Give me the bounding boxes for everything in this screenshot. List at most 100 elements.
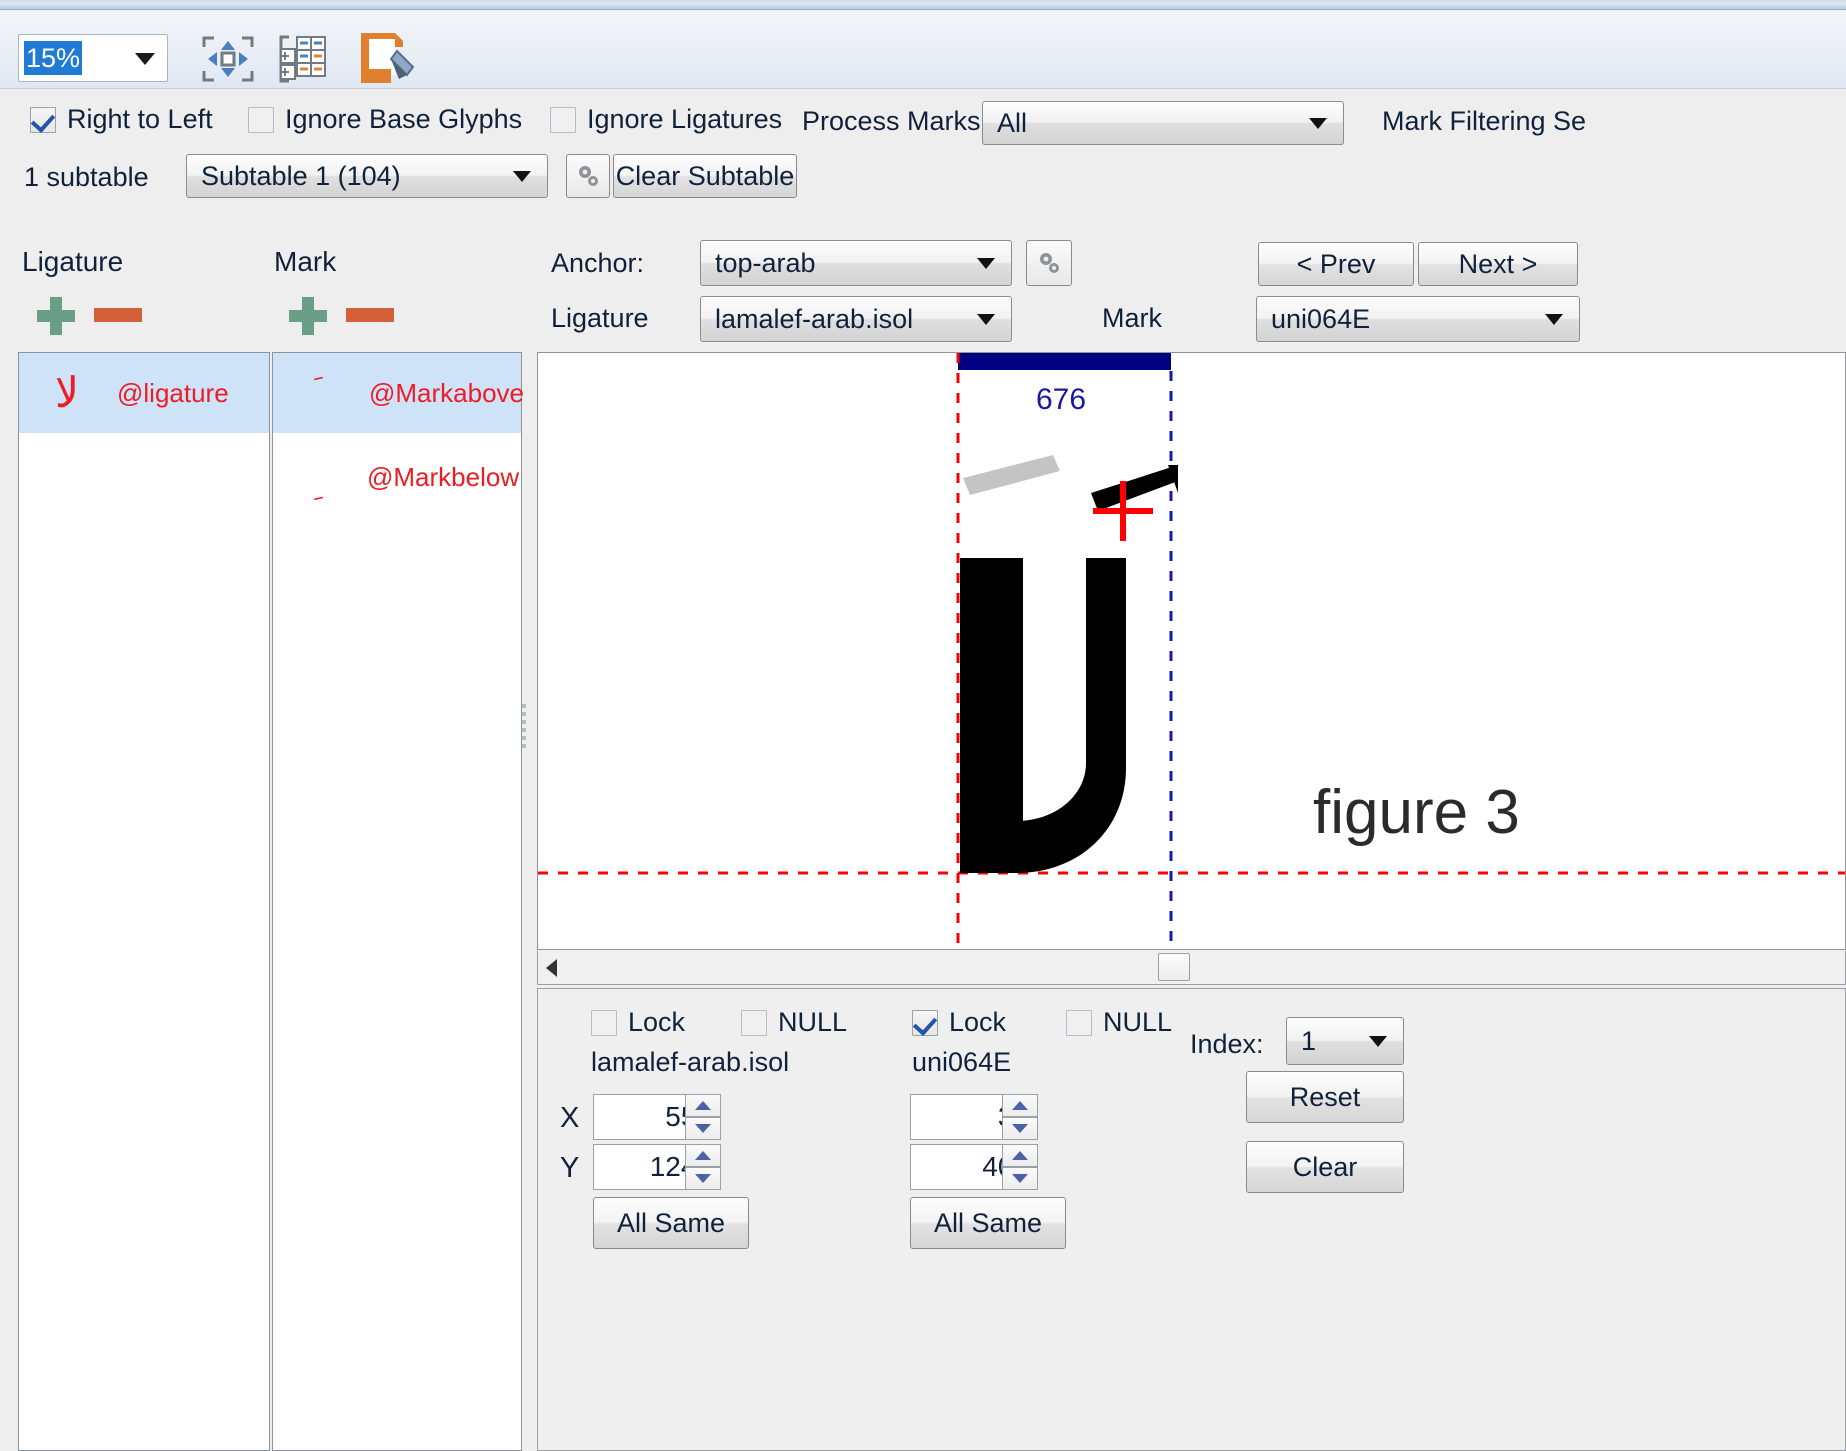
checkbox-box	[550, 106, 576, 133]
fit-to-window-icon[interactable]	[200, 33, 256, 90]
figure-caption: figure 3	[1313, 778, 1520, 847]
chevron-down-icon	[135, 53, 155, 65]
toolbar: 15%	[0, 11, 1846, 89]
lock-left-checkbox[interactable]: Lock	[591, 1007, 685, 1038]
pane-splitter-handle[interactable]	[522, 700, 532, 760]
checkbox-box	[591, 1009, 617, 1036]
anchor-settings-button[interactable]	[1026, 240, 1072, 286]
glyph-grid-icon[interactable]	[275, 33, 331, 90]
checkbox-box	[248, 106, 274, 133]
ignore-base-glyphs-checkbox[interactable]: Ignore Base Glyphs	[248, 104, 522, 135]
left-x-spin-buttons[interactable]	[685, 1094, 721, 1140]
lock-right-label: Lock	[949, 1007, 1007, 1037]
checkbox-box	[912, 1009, 938, 1036]
index-value: 1	[1301, 1025, 1317, 1056]
ligature-glyph-preview: لا	[55, 369, 79, 416]
ligature-glyph-label: Ligature	[551, 303, 649, 333]
mark-glyph-shape	[1091, 465, 1178, 511]
lock-left-label: Lock	[628, 1007, 686, 1037]
spin-down-arrow-icon[interactable]	[685, 1167, 721, 1190]
checkbox-box	[741, 1009, 767, 1036]
right-y-spin-buttons[interactable]	[1002, 1144, 1038, 1190]
mark-column-header: Mark	[274, 246, 337, 277]
anchor-value: top-arab	[715, 247, 816, 278]
prev-button[interactable]: < Prev	[1258, 242, 1414, 286]
subtable-settings-button[interactable]	[566, 154, 610, 198]
next-button[interactable]: Next >	[1418, 242, 1578, 286]
left-y-spin-buttons[interactable]	[685, 1144, 721, 1190]
edit-glyph-icon[interactable]	[355, 29, 417, 92]
anchor-combobox[interactable]: top-arab	[700, 240, 1012, 286]
subtable-combobox[interactable]: Subtable 1 (104)	[186, 154, 548, 198]
mark-list-pane[interactable]: َ @Markabove ِ @Markbelow	[272, 352, 525, 1451]
mark-class-label: @Markabove	[369, 377, 525, 408]
add-mark-button[interactable]	[284, 293, 332, 342]
list-item[interactable]: ِ @Markbelow	[273, 433, 521, 521]
process-marks-label: Process Marks:	[802, 106, 989, 136]
reset-label: Reset	[1289, 1081, 1361, 1112]
ligature-class-label: @ligature	[117, 377, 229, 408]
remove-mark-button[interactable]	[344, 305, 396, 330]
null-left-checkbox[interactable]: NULL	[741, 1007, 847, 1038]
spin-down-arrow-icon[interactable]	[1002, 1167, 1038, 1190]
right-x-spin-buttons[interactable]	[1002, 1094, 1038, 1140]
null-right-label: NULL	[1103, 1007, 1173, 1037]
advance-width-label: 676	[1036, 383, 1086, 416]
filter-options-row: Right to Left Ignore Base Glyphs Ignore …	[0, 96, 1846, 148]
all-same-right-button[interactable]: All Same	[910, 1197, 1066, 1249]
spin-up-arrow-icon[interactable]	[1002, 1094, 1038, 1117]
zoom-value: 15%	[24, 41, 83, 75]
mark-glyph-combobox[interactable]: uni064E	[1256, 296, 1580, 342]
lock-right-checkbox[interactable]: Lock	[912, 1007, 1006, 1038]
list-item[interactable]: لا @ligature	[19, 353, 269, 433]
clear-button[interactable]: Clear	[1246, 1141, 1404, 1193]
spin-up-arrow-icon[interactable]	[685, 1094, 721, 1117]
spin-up-arrow-icon[interactable]	[685, 1144, 721, 1167]
mark-glyph-label: Mark	[1102, 303, 1162, 333]
right-to-left-checkbox[interactable]: Right to Left	[30, 104, 213, 135]
ligature-glyph-combobox[interactable]: lamalef-arab.isol	[700, 296, 1012, 342]
remove-ligature-button[interactable]	[92, 305, 144, 330]
advance-width-bar	[958, 353, 1171, 370]
chevron-down-icon	[977, 258, 995, 269]
next-label: Next >	[1458, 248, 1538, 279]
chevron-down-icon	[977, 314, 995, 325]
left-x-spinner[interactable]: 550	[593, 1094, 721, 1140]
list-item[interactable]: َ @Markabove	[273, 353, 525, 433]
right-y-spinner[interactable]: 401	[910, 1144, 1038, 1190]
index-combobox[interactable]: 1	[1286, 1017, 1404, 1065]
clear-subtable-label: Clear Subtable	[615, 160, 795, 191]
ligature-column-header: Ligature	[22, 246, 124, 277]
anchor-coordinates-panel: Lock NULL Lock NULL lamalef-arab.isol un…	[537, 988, 1846, 1451]
add-ligature-button[interactable]	[32, 293, 80, 342]
process-marks-combobox[interactable]: All	[982, 101, 1344, 145]
canvas-svg: figure 3 676	[538, 353, 1845, 949]
reset-button[interactable]: Reset	[1246, 1071, 1404, 1123]
left-y-spinner[interactable]: 1244	[593, 1144, 721, 1190]
zoom-combobox[interactable]: 15%	[18, 34, 168, 82]
ignore-ligatures-checkbox[interactable]: Ignore Ligatures	[550, 104, 782, 135]
chevron-down-icon	[1309, 118, 1327, 129]
ligature-glyph-value: lamalef-arab.isol	[715, 303, 914, 334]
scroll-left-arrow-icon[interactable]	[546, 958, 557, 977]
window-title-strip	[0, 0, 1846, 10]
gear-icon	[579, 166, 598, 186]
chevron-down-icon	[1369, 1036, 1387, 1047]
ligature-list-pane[interactable]: لا @ligature	[18, 352, 270, 1451]
spin-up-arrow-icon[interactable]	[1002, 1144, 1038, 1167]
spin-down-arrow-icon[interactable]	[685, 1117, 721, 1140]
mark-glyph-value: uni064E	[1271, 303, 1371, 334]
chevron-down-icon	[1545, 314, 1563, 325]
scrollbar-thumb[interactable]	[1158, 953, 1190, 981]
spin-down-arrow-icon[interactable]	[1002, 1117, 1038, 1140]
index-label: Index:	[1190, 1029, 1264, 1059]
all-same-left-button[interactable]: All Same	[593, 1197, 749, 1249]
null-left-label: NULL	[778, 1007, 848, 1037]
canvas-horizontal-scrollbar[interactable]	[537, 951, 1846, 985]
all-same-right-label: All Same	[933, 1207, 1043, 1238]
glyph-editing-canvas[interactable]: figure 3 676	[537, 352, 1846, 950]
ghost-mark-shape	[963, 455, 1060, 495]
null-right-checkbox[interactable]: NULL	[1066, 1007, 1172, 1038]
right-x-spinner[interactable]: 33	[910, 1094, 1038, 1140]
clear-subtable-button[interactable]: Clear Subtable	[613, 154, 797, 198]
